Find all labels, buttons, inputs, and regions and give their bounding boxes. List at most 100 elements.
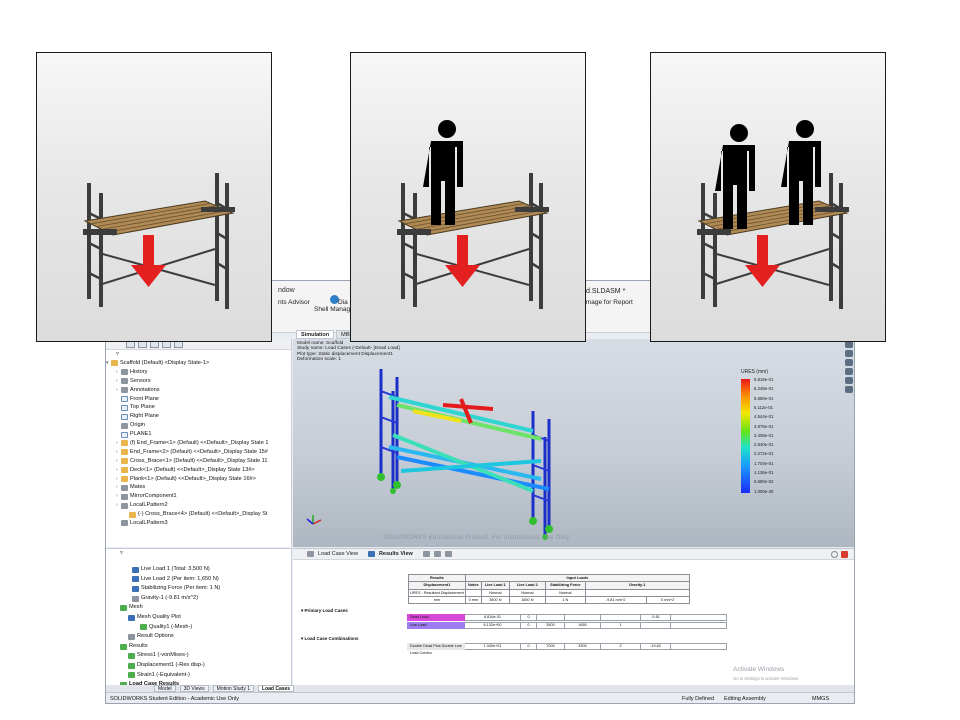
case-stab-cell: 1 bbox=[601, 622, 641, 629]
deck-rail bbox=[83, 229, 117, 235]
tree-item[interactable]: Top Plane bbox=[106, 403, 291, 412]
window-title: d.SLDASM * bbox=[586, 288, 626, 295]
case-grav-cell: -9.81 bbox=[641, 614, 671, 621]
tree-item-icon bbox=[129, 511, 136, 518]
tree-item[interactable]: › Sensors bbox=[106, 377, 291, 386]
sim-item-label: Mesh bbox=[129, 604, 143, 611]
sim-item-label: Stress1 (-vonMises-) bbox=[137, 652, 189, 659]
tab-load-cases[interactable]: Load Cases bbox=[258, 685, 295, 692]
tree-item[interactable]: Right Plane bbox=[106, 412, 291, 421]
tree-item[interactable]: LocalLPattern3 bbox=[106, 519, 291, 528]
load-case-results-panel: Load Case View Results View Results Inpu… bbox=[293, 548, 854, 686]
tree-item[interactable]: Front Plane bbox=[106, 395, 291, 404]
load-combos-heading[interactable]: ▾ Load Case Combinations bbox=[301, 636, 359, 642]
tree-item[interactable]: › (f) End_Frame<1> (Default) <<Default>_D… bbox=[106, 439, 291, 448]
sim-tree-item[interactable]: Displacement1 (-Res disp-) bbox=[106, 661, 291, 671]
sim-item-label: Live Load 2 (Per item: 1,650 N) bbox=[141, 575, 219, 582]
sim-tree-item[interactable]: Strain1 (-Equivalent-) bbox=[106, 671, 291, 681]
tree-item-icon bbox=[121, 520, 128, 527]
case-stab-cell: 2 bbox=[601, 643, 641, 650]
tree-item[interactable]: › Cross_Brace<1> (Default) <<Default>_Dis… bbox=[106, 457, 291, 466]
deck-rail bbox=[697, 229, 731, 235]
tree-item[interactable]: › MirrorComponent1 bbox=[106, 492, 291, 501]
help-icon[interactable] bbox=[831, 551, 838, 558]
image-report-button[interactable]: Image for Report bbox=[584, 299, 633, 306]
filter-icon[interactable]: ▿ bbox=[106, 350, 291, 359]
status-edition: SOLIDWORKS Student Edition - Academic Us… bbox=[110, 696, 239, 702]
window-menu[interactable]: ndow bbox=[278, 287, 295, 294]
primary-load-cases-heading[interactable]: ▾ Primary Load Cases bbox=[301, 608, 348, 614]
sim-tree-item[interactable]: Live Load 1 (Total: 3,500 N) bbox=[106, 565, 291, 575]
tree-item[interactable]: › History bbox=[106, 368, 291, 377]
tree-item-icon bbox=[121, 387, 128, 394]
tree-item[interactable]: › LocalLPattern2 bbox=[106, 501, 291, 510]
sim-item-label: Stabilizing Force (Per item: 1 N) bbox=[141, 585, 221, 592]
case-ll1-cell: 7000 bbox=[537, 643, 565, 650]
task-pane-icons bbox=[844, 339, 854, 409]
tree-item[interactable]: › End_Frame<2> (Default) <<Default>_Displ… bbox=[106, 448, 291, 457]
appearances-icon[interactable] bbox=[845, 377, 853, 384]
scaffold-post bbox=[87, 183, 91, 299]
advisor-button[interactable]: nts Advisor bbox=[278, 299, 310, 306]
sim-tree-item[interactable]: Live Load 2 (Per item: 1,650 N) bbox=[106, 575, 291, 585]
sim-tree-item[interactable]: Results bbox=[106, 642, 291, 652]
export-icon[interactable] bbox=[422, 551, 430, 557]
sim-tree-item[interactable]: Mesh Quality Plot bbox=[106, 613, 291, 623]
settings-icon[interactable] bbox=[433, 551, 441, 557]
sim-item-icon bbox=[132, 595, 139, 602]
assembly-icon bbox=[111, 360, 118, 367]
sim-tree-item[interactable]: Quality1 (-Mesh-) bbox=[106, 623, 291, 633]
units-selector[interactable]: MMGS bbox=[812, 693, 829, 703]
legend-value: 5.680e-01 bbox=[754, 395, 774, 401]
status-defined: Fully Defined bbox=[682, 696, 715, 702]
person-head bbox=[438, 120, 456, 138]
tree-item-label: Front Plane bbox=[130, 395, 159, 402]
results-icon bbox=[367, 551, 375, 557]
graphics-viewport[interactable]: Model name: Scaffold Study name: Load Ca… bbox=[293, 339, 854, 547]
tree-item[interactable]: › Deck<1> (Default) <<Default>_Display St… bbox=[106, 466, 291, 475]
custom-properties-icon[interactable] bbox=[845, 386, 853, 393]
tree-item[interactable]: (-) Cross_Brace<4> (Default) <<Default>_… bbox=[106, 510, 291, 519]
close-icon[interactable] bbox=[841, 551, 848, 558]
tree-item[interactable]: › Annotations bbox=[106, 386, 291, 395]
sim-item-icon bbox=[128, 614, 135, 621]
refresh-icon[interactable] bbox=[444, 551, 452, 557]
sim-tree-item[interactable]: Mesh bbox=[106, 603, 291, 613]
tree-item-icon bbox=[121, 378, 128, 385]
load-arrow-head bbox=[745, 265, 780, 287]
legend-title: URES (mm) bbox=[741, 369, 768, 375]
case-disp-cell: 6.816e-01 bbox=[465, 614, 521, 621]
case-notes-cell: 0 bbox=[521, 614, 537, 621]
design-library-icon[interactable] bbox=[845, 350, 853, 357]
sim-filter-icon[interactable]: ▿ bbox=[106, 549, 291, 561]
tab-3d-views[interactable]: 3D Views bbox=[179, 685, 209, 692]
tab-model[interactable]: Model bbox=[154, 685, 176, 692]
legend-value: 3.976e-01 bbox=[754, 423, 774, 429]
file-explorer-icon[interactable] bbox=[845, 359, 853, 366]
tab-load-case-view[interactable]: Load Case View bbox=[307, 551, 358, 557]
tree-item[interactable]: Origin bbox=[106, 421, 291, 430]
tab-motion-study[interactable]: Motion Study 1 bbox=[212, 685, 255, 692]
tree-item[interactable]: › Mates bbox=[106, 483, 291, 492]
scaffold-post bbox=[215, 173, 219, 301]
tree-root[interactable]: ▾ Scaffold (Default) <Display State-1> bbox=[106, 359, 291, 368]
sim-tree-item[interactable]: Stress1 (-vonMises-) bbox=[106, 651, 291, 661]
scaffold-panel-one-person bbox=[350, 52, 586, 342]
legend-value: 2.272e-01 bbox=[754, 451, 774, 457]
sim-tree-item[interactable]: Gravity-1 (-9.81 m/s^2) bbox=[106, 594, 291, 604]
deck-rail bbox=[201, 207, 235, 212]
tab-simulation[interactable]: Simulation bbox=[296, 330, 335, 339]
view-palette-icon[interactable] bbox=[845, 368, 853, 375]
deck-rail bbox=[515, 207, 549, 212]
tree-item[interactable]: PLANE1 bbox=[106, 430, 291, 439]
sim-tree-item[interactable]: Stabilizing Force (Per item: 1 N) bbox=[106, 584, 291, 594]
tree-item-icon bbox=[121, 476, 128, 483]
sim-item-icon bbox=[128, 662, 135, 669]
diagnostics-button[interactable]: Dia bbox=[338, 299, 348, 306]
activate-windows-title: Activate Windows bbox=[733, 666, 785, 673]
case-name: Double Dead Plus Double Live Load Combo bbox=[407, 643, 465, 655]
sim-tree-item[interactable]: Result Options bbox=[106, 632, 291, 642]
deck-rail bbox=[815, 207, 849, 212]
tab-results-view[interactable]: Results View bbox=[367, 551, 413, 557]
tree-item[interactable]: › Plank<1> (Default) <<Default>_Display S… bbox=[106, 475, 291, 484]
